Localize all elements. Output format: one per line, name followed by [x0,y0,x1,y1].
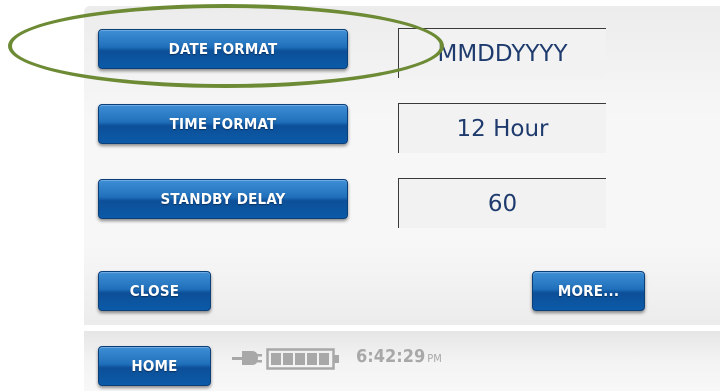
clock-time: 6:42:29 [356,346,426,367]
battery-cell [295,353,305,365]
date-format-value: MMDDYYYY [398,28,606,78]
standby-delay-button[interactable]: STANDBY DELAY [98,179,348,219]
clock-ampm: PM [427,352,442,365]
home-button[interactable]: HOME [98,346,211,386]
battery-cell [319,353,329,365]
clock-readout: 6:42:29 PM [356,346,442,367]
date-format-button[interactable]: DATE FORMAT [98,29,348,69]
standby-delay-value: 60 [398,178,606,228]
time-format-value: 12 Hour [398,103,606,153]
more-button[interactable]: MORE... [532,271,645,311]
power-plug-icon [232,351,262,365]
battery-cell [307,353,317,365]
close-button[interactable]: CLOSE [98,271,211,311]
battery-cell [271,353,281,365]
time-format-button[interactable]: TIME FORMAT [98,104,348,144]
battery-cell [283,353,293,365]
battery-icon [266,348,339,370]
